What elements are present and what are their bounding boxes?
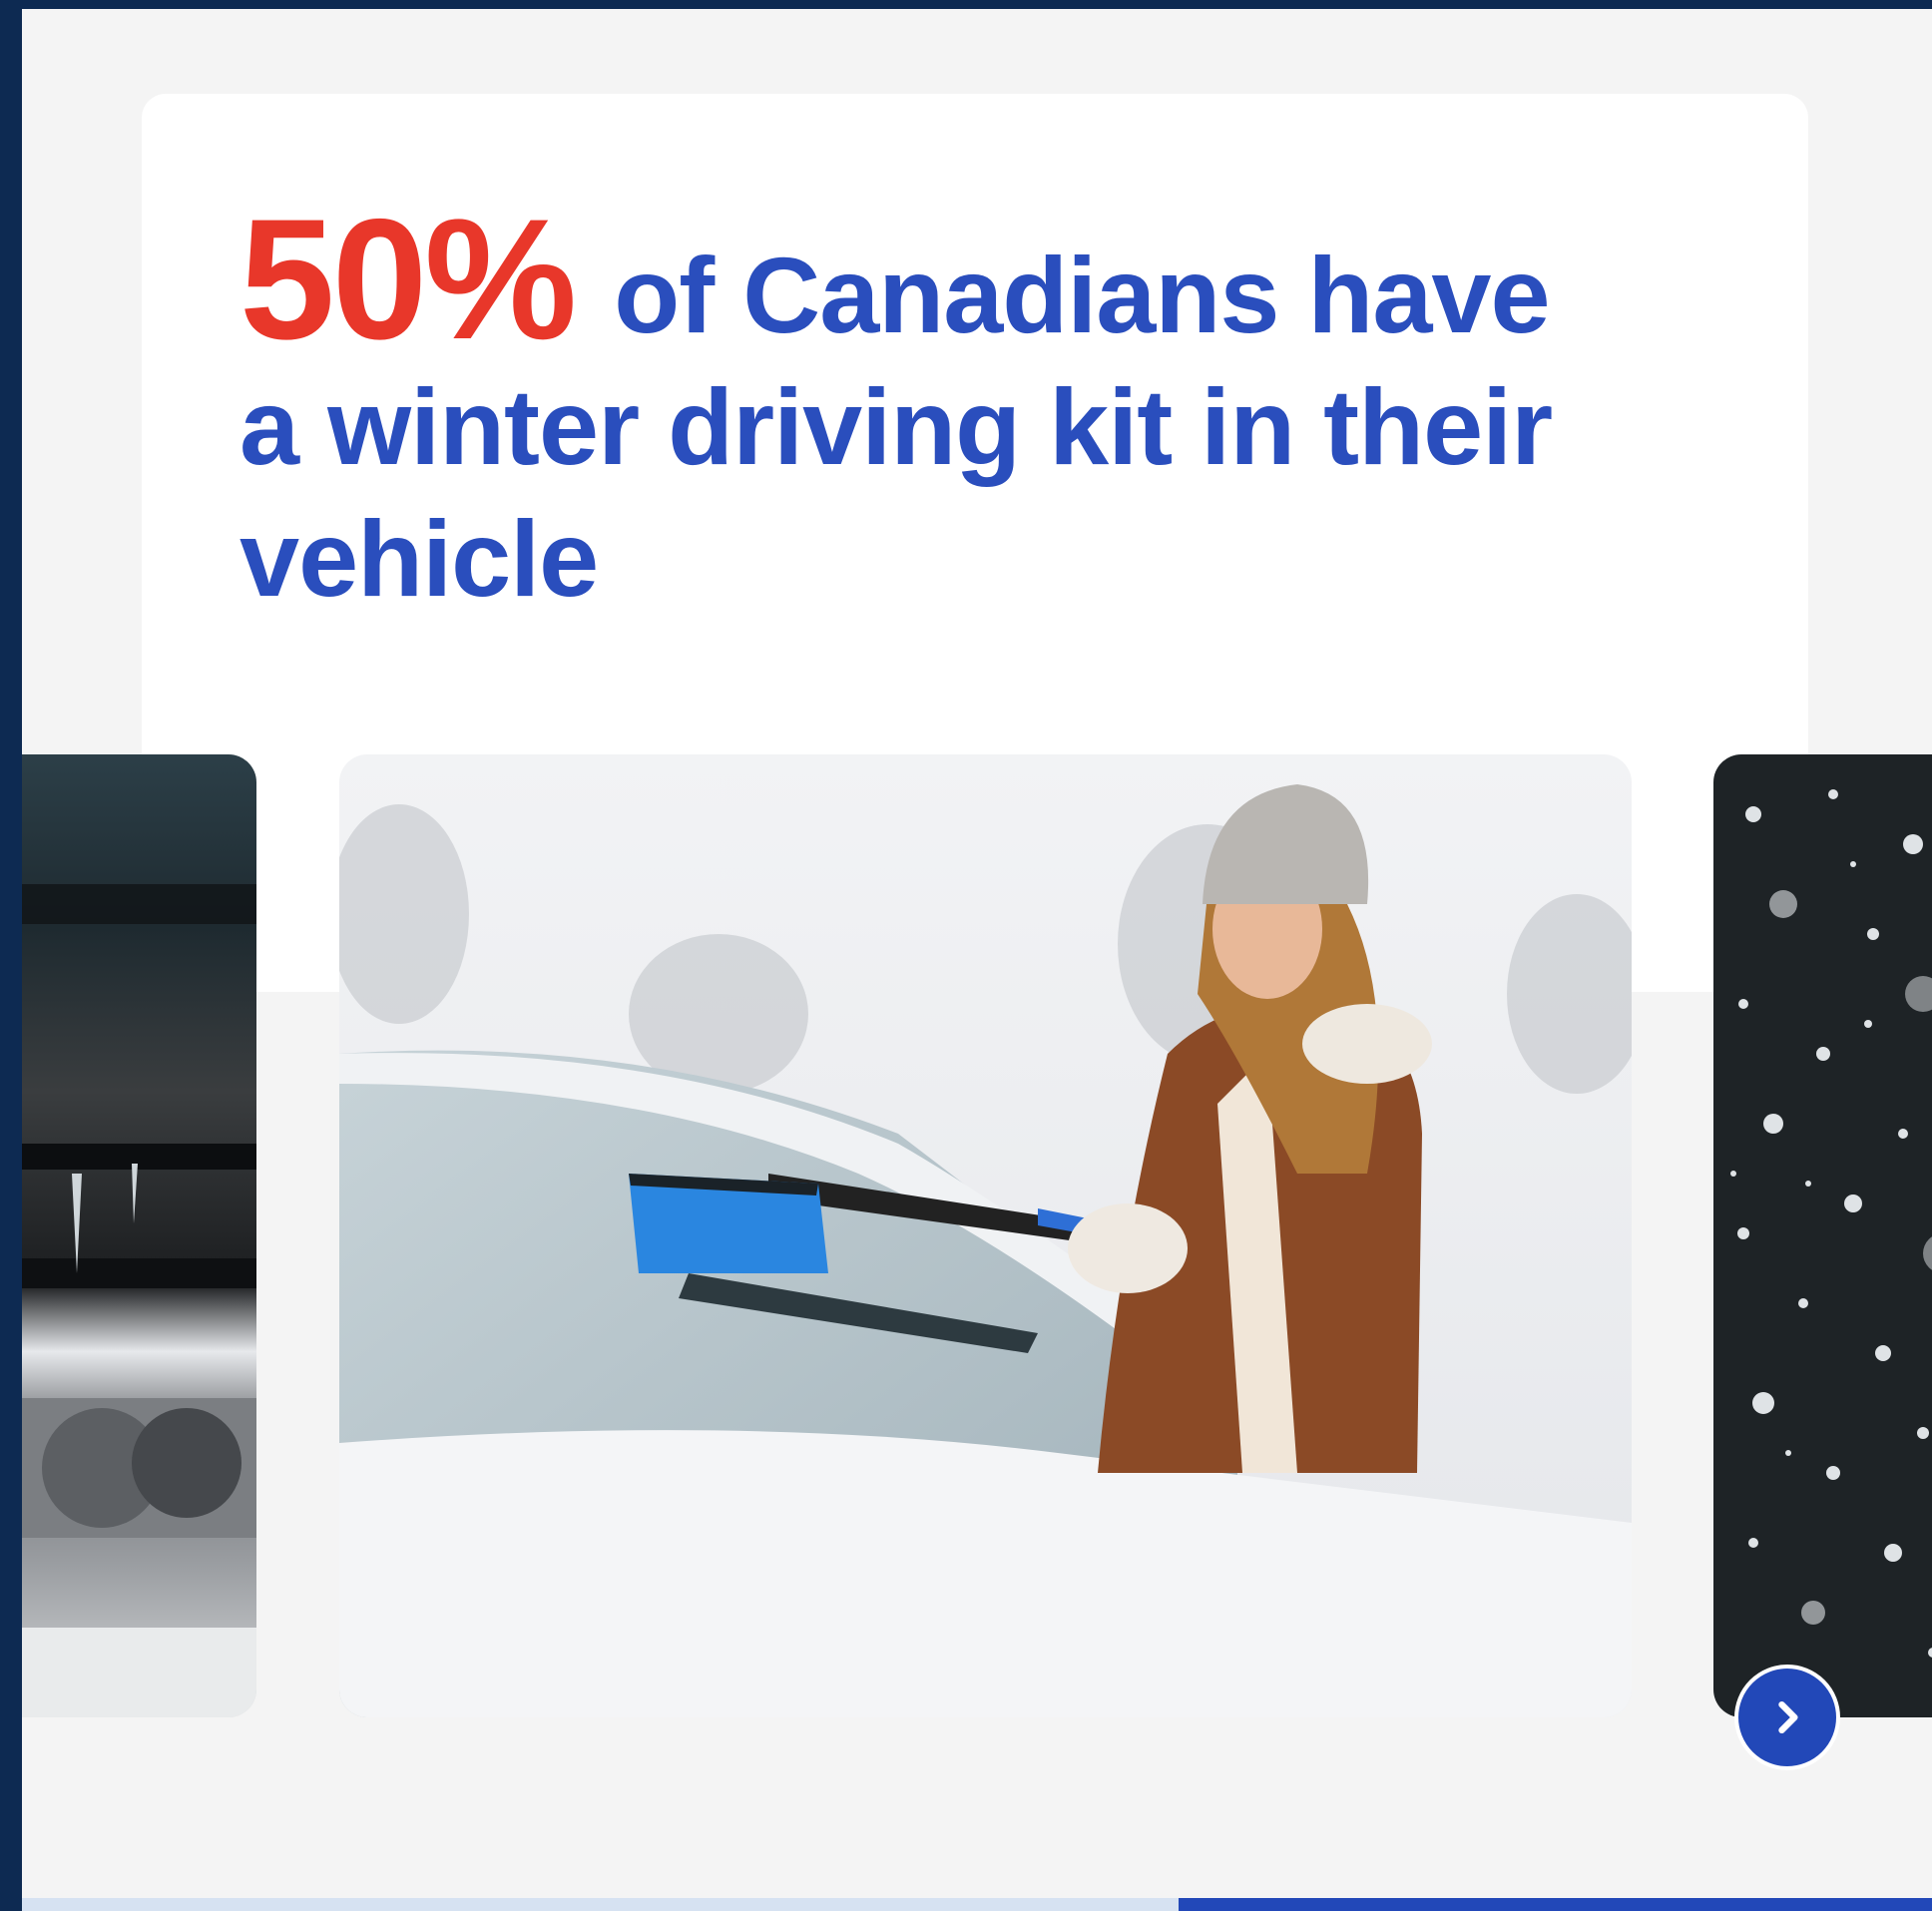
carousel-slide-next[interactable] — [1713, 754, 1932, 1717]
carousel-next-button[interactable] — [1734, 1665, 1840, 1770]
stat-percent: 50% — [240, 184, 577, 375]
carousel-progress-fill — [1179, 1898, 1932, 1911]
page-frame: 50% of Canadians have a winter driving ki… — [22, 9, 1932, 1911]
stat-text-line3: vehicle — [240, 498, 599, 619]
image-carousel — [22, 754, 1932, 1770]
chevron-right-icon — [1778, 1700, 1798, 1734]
falling-snow-photo — [1713, 754, 1932, 1717]
frozen-wiper-photo — [22, 754, 256, 1717]
stat-text-line1: of Canadians have — [614, 235, 1550, 355]
carousel-progress-bar — [22, 1898, 1932, 1911]
stat-headline: 50% of Canadians have a winter driving ki… — [240, 194, 1756, 625]
woman-brushing-snow-photo — [339, 754, 1632, 1717]
carousel-slide-previous[interactable] — [22, 754, 256, 1717]
carousel-slide-current[interactable] — [339, 754, 1632, 1717]
stat-text-line2: a winter driving kit in their — [240, 366, 1553, 487]
